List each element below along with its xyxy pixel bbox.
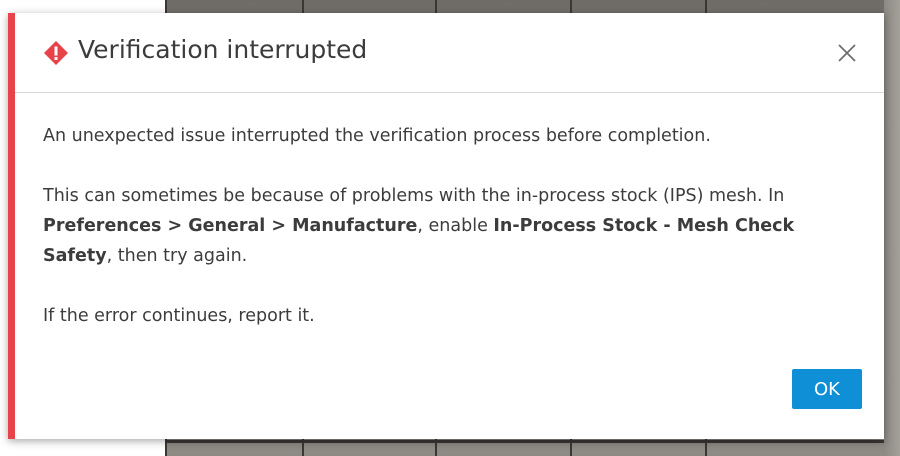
message-paragraph: An unexpected issue interrupted the veri… [43, 126, 711, 146]
warning-diamond-icon [44, 41, 68, 65]
error-dialog: Verification interrupted An unexpected i… [8, 13, 884, 439]
background-divider [165, 440, 900, 443]
message-text: , enable [417, 216, 494, 236]
background-edge [884, 0, 900, 456]
message-text: This can sometimes be because of problem… [43, 186, 785, 206]
message-paragraph: If the error continues, report it. [43, 306, 315, 326]
message-paragraph: This can sometimes be because of problem… [43, 181, 843, 271]
dialog-title: Verification interrupted [78, 35, 368, 64]
dialog-header: Verification interrupted [15, 13, 884, 93]
preferences-path: Preferences > General > Manufacture [43, 216, 418, 236]
ok-button[interactable]: OK [792, 369, 862, 409]
close-icon[interactable] [833, 39, 861, 67]
message-text: , then try again. [106, 246, 248, 266]
dialog-message: An unexpected issue interrupted the veri… [43, 121, 843, 361]
